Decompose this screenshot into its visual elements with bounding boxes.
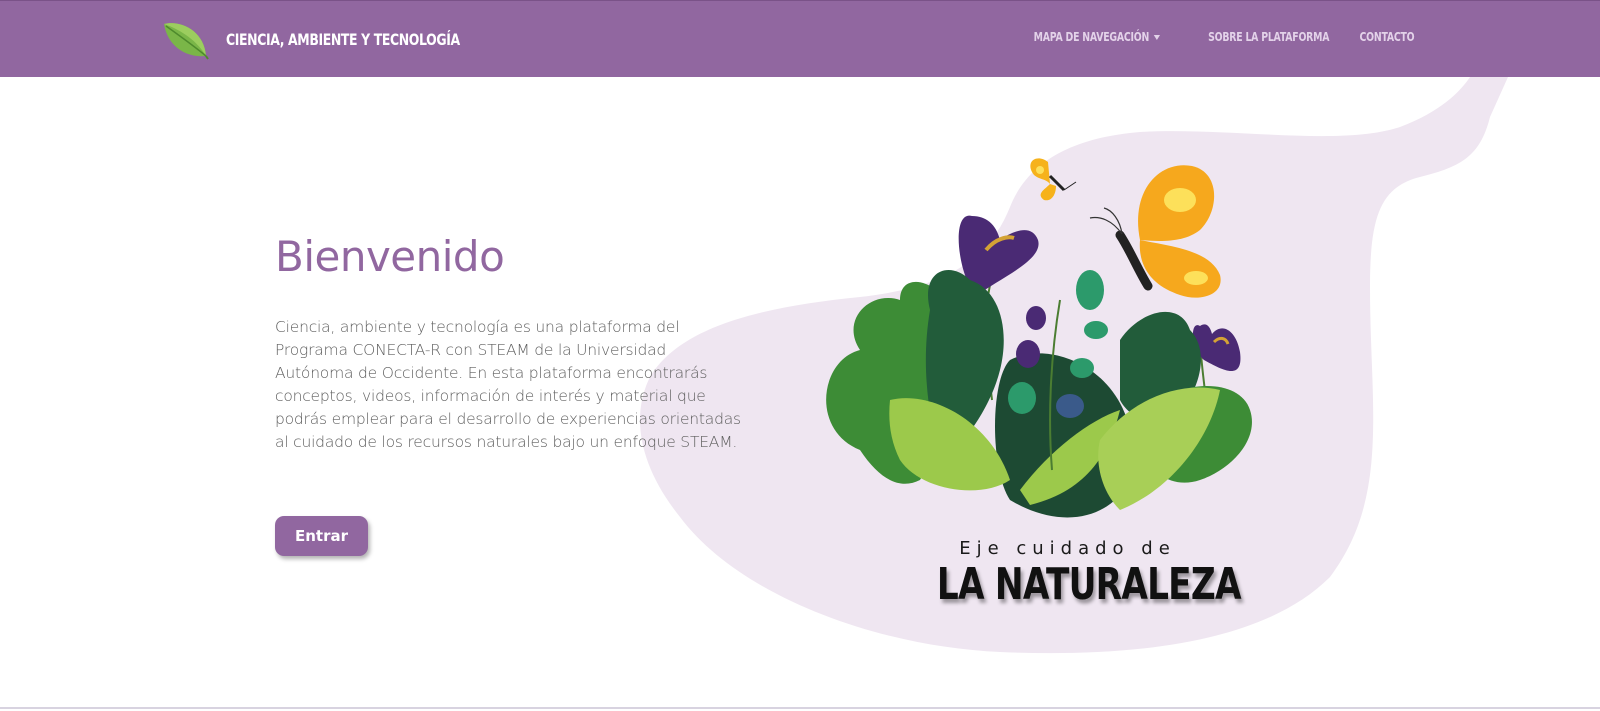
leaves-icon bbox=[826, 270, 1252, 518]
illustration-subtitle: Eje cuidado de bbox=[959, 538, 1176, 559]
nav-links: MAPA DE NAVEGACIÓN SOBRE LA PLATAFORMA C… bbox=[998, 30, 1414, 44]
hero-description: Ciencia, ambiente y tecnología es una pl… bbox=[275, 318, 741, 451]
nav-about-platform[interactable]: SOBRE LA PLATAFORMA bbox=[1209, 30, 1330, 44]
butterfly-icon bbox=[1089, 165, 1221, 298]
nature-illustration bbox=[826, 158, 1252, 518]
small-butterfly-icon bbox=[1030, 158, 1077, 201]
top-navbar: CIENCIA, AMBIENTE Y TECNOLOGÍA MAPA DE N… bbox=[0, 0, 1600, 77]
bottom-divider bbox=[0, 707, 1600, 709]
nav-navigation-map[interactable]: MAPA DE NAVEGACIÓN bbox=[1034, 30, 1161, 44]
brand[interactable]: CIENCIA, AMBIENTE Y TECNOLOGÍA bbox=[160, 18, 526, 60]
hero-title: Bienvenido bbox=[275, 232, 505, 281]
illustration-title: LA NATURALEZA bbox=[936, 559, 1242, 610]
leaf-icon bbox=[164, 23, 209, 60]
nav-navigation-map-label: MAPA DE NAVEGACIÓN bbox=[1034, 30, 1150, 44]
enter-button[interactable]: Entrar bbox=[275, 516, 368, 556]
nav-contact[interactable]: CONTACTO bbox=[1359, 30, 1414, 44]
brand-title[interactable]: CIENCIA, AMBIENTE Y TECNOLOGÍA bbox=[226, 30, 460, 49]
caret-down-icon bbox=[1154, 34, 1161, 40]
